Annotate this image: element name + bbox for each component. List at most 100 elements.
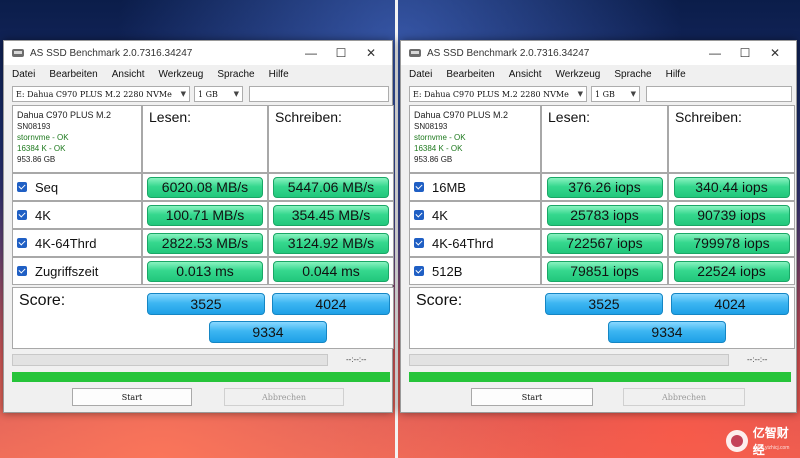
write-result-cell: 354.45 MB/s (268, 201, 394, 229)
empty-field (249, 86, 389, 102)
menu-hilfe[interactable]: Hilfe (666, 69, 686, 80)
drive-select[interactable]: E: Dahua C970 PLUS M.2 2280 NVMe ▼ (12, 86, 190, 102)
menu-bearbeiten[interactable]: Bearbeiten (446, 69, 494, 80)
size-select-value: 1 GB (595, 89, 615, 99)
column-header-write: Schreiben: (268, 105, 394, 173)
hard-drive-icon (409, 47, 421, 59)
toolbar: E: Dahua C970 PLUS M.2 2280 NVMe ▼ 1 GB … (401, 83, 796, 105)
score-total: 9334 (608, 321, 726, 343)
row-label-text: 4K (35, 207, 51, 223)
row-label-4k[interactable]: 4K (409, 201, 541, 229)
row-label-seq[interactable]: Seq (12, 173, 142, 201)
watermark-text: 亿智财经 (752, 426, 789, 457)
close-button[interactable]: ✕ (760, 46, 790, 60)
read-result-cell: 100.71 MB/s (142, 201, 268, 229)
cancel-button[interactable]: Abbrechen (623, 388, 745, 406)
row-label-text: 512B (432, 263, 463, 279)
checkbox-icon[interactable] (414, 210, 424, 220)
alignment-status: 16384 K - OK (17, 144, 66, 153)
write-value: 0.044 ms (273, 260, 389, 282)
row-label-zugriffszeit[interactable]: Zugriffszeit (12, 257, 142, 285)
chevron-down-icon: ▼ (180, 90, 186, 98)
drive-name: Dahua C970 PLUS M.2 (414, 110, 509, 120)
start-button[interactable]: Start (72, 388, 192, 406)
cancel-button[interactable]: Abbrechen (224, 388, 344, 406)
menu-datei[interactable]: Datei (409, 69, 432, 80)
watermark-subtext: www.yizhicj.com (753, 445, 790, 451)
menu-sprache[interactable]: Sprache (217, 69, 254, 80)
menu-werkzeug[interactable]: Werkzeug (159, 69, 204, 80)
menu-bearbeiten[interactable]: Bearbeiten (49, 69, 97, 80)
maximize-button[interactable]: ☐ (326, 46, 356, 60)
minimize-button[interactable]: — (700, 46, 730, 60)
row-label-text: 4K-64Thrd (35, 235, 97, 251)
write-value: 340.44 iops (673, 176, 790, 198)
read-value: 376.26 iops (546, 176, 663, 198)
menu-datei[interactable]: Datei (12, 69, 35, 80)
size-select[interactable]: 1 GB ▼ (591, 86, 640, 102)
score-panel: Score: 3525 4024 9334 (409, 287, 795, 349)
screen-divider (395, 0, 398, 458)
write-value: 799978 iops (673, 232, 790, 254)
menu-werkzeug[interactable]: Werkzeug (556, 69, 601, 80)
row-label-text: 4K (432, 207, 448, 223)
drive-select-value: E: Dahua C970 PLUS M.2 2280 NVMe (16, 89, 172, 99)
menu-bar: Datei Bearbeiten Ansicht Werkzeug Sprach… (401, 65, 796, 83)
column-header-read: Lesen: (541, 105, 668, 173)
drive-serial: SN08193 (17, 122, 51, 131)
row-label-4k-64thrd[interactable]: 4K-64Thrd (12, 229, 142, 257)
menu-ansicht[interactable]: Ansicht (509, 69, 542, 80)
menu-hilfe[interactable]: Hilfe (269, 69, 289, 80)
checkbox-icon[interactable] (17, 238, 27, 248)
row-label-4k-64thrd[interactable]: 4K-64Thrd (409, 229, 541, 257)
drive-capacity: 953.86 GB (414, 155, 453, 164)
checkbox-icon[interactable] (17, 182, 27, 192)
read-value: 2822.53 MB/s (147, 232, 263, 254)
drive-name: Dahua C970 PLUS M.2 (17, 110, 112, 120)
row-label-16mb[interactable]: 16MB (409, 173, 541, 201)
start-button[interactable]: Start (471, 388, 593, 406)
column-header-read: Lesen: (142, 105, 268, 173)
size-select[interactable]: 1 GB ▼ (194, 86, 243, 102)
write-value: 90739 iops (673, 204, 790, 226)
close-button[interactable]: ✕ (356, 46, 386, 60)
read-result-cell: 722567 iops (541, 229, 668, 257)
row-label-4k[interactable]: 4K (12, 201, 142, 229)
maximize-button[interactable]: ☐ (730, 46, 760, 60)
write-value: 5447.06 MB/s (273, 176, 389, 198)
elapsed-time: --:--:-- (747, 355, 768, 364)
driver-status: stornvme - OK (17, 133, 69, 142)
read-value: 100.71 MB/s (147, 204, 263, 226)
write-value: 3124.92 MB/s (273, 232, 389, 254)
checkbox-icon[interactable] (17, 266, 27, 276)
checkbox-icon[interactable] (17, 210, 27, 220)
menu-ansicht[interactable]: Ansicht (112, 69, 145, 80)
checkbox-icon[interactable] (414, 238, 424, 248)
read-value: 6020.08 MB/s (147, 176, 263, 198)
watermark-logo: 亿智财经 www.yizhicj.com (726, 426, 800, 457)
row-label-512b[interactable]: 512B (409, 257, 541, 285)
write-result-cell: 799978 iops (668, 229, 795, 257)
title-bar[interactable]: AS SSD Benchmark 2.0.7316.34247 — ☐ ✕ (401, 41, 796, 65)
column-header-write: Schreiben: (668, 105, 795, 173)
minimize-button[interactable]: — (296, 46, 326, 60)
checkbox-icon[interactable] (414, 182, 424, 192)
title-bar[interactable]: AS SSD Benchmark 2.0.7316.34247 — ☐ ✕ (4, 41, 392, 65)
benchmark-window-mbs: AS SSD Benchmark 2.0.7316.34247 — ☐ ✕ Da… (3, 40, 394, 413)
read-value: 25783 iops (546, 204, 663, 226)
menu-sprache[interactable]: Sprache (614, 69, 651, 80)
progress-bar (409, 354, 729, 366)
drive-capacity: 953.86 GB (17, 155, 56, 164)
window-title: AS SSD Benchmark 2.0.7316.34247 (30, 47, 193, 59)
read-result-cell: 0.013 ms (142, 257, 268, 285)
score-write: 4024 (272, 293, 390, 315)
write-result-cell: 5447.06 MB/s (268, 173, 394, 201)
driver-status: stornvme - OK (414, 133, 466, 142)
drive-select[interactable]: E: Dahua C970 PLUS M.2 2280 NVMe ▼ (409, 86, 587, 102)
read-result-cell: 25783 iops (541, 201, 668, 229)
drive-info-panel: Dahua C970 PLUS M.2 SN08193 stornvme - O… (409, 105, 541, 173)
write-result-cell: 22524 iops (668, 257, 795, 285)
checkbox-icon[interactable] (414, 266, 424, 276)
score-panel: Score: 3525 4024 9334 (12, 287, 394, 349)
logo-icon (726, 430, 748, 452)
